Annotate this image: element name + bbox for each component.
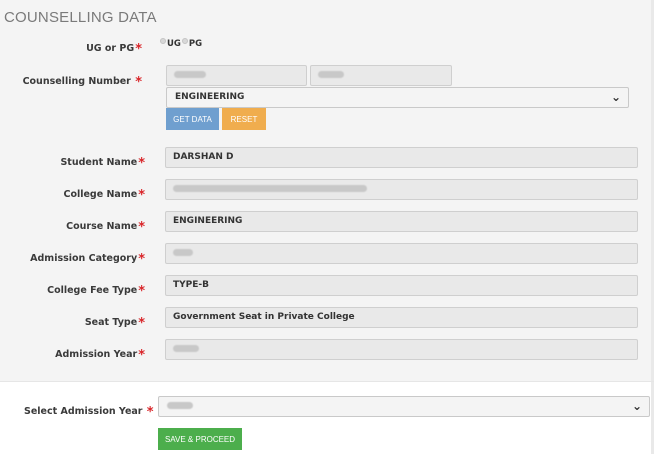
student-name-field[interactable]: DARSHAN D: [165, 147, 638, 168]
required-star: *: [138, 316, 145, 331]
redacted-value: [167, 402, 193, 409]
seat-type-field[interactable]: Government Seat in Private College: [165, 307, 638, 328]
page-title: COUNSELLING DATA: [4, 9, 157, 26]
admission-category-label: Admission Category*: [30, 252, 145, 267]
redacted-value: [173, 185, 367, 192]
college-name-label: College Name*: [63, 188, 145, 203]
required-star: *: [138, 220, 145, 235]
select-admission-year-dropdown[interactable]: ⌄: [158, 396, 650, 417]
pg-radio-icon[interactable]: [181, 38, 188, 44]
save-proceed-button[interactable]: SAVE & PROCEED: [158, 428, 242, 450]
chevron-down-icon: ⌄: [631, 399, 642, 413]
redacted-value: [318, 71, 344, 78]
select-admission-year-label: Select Admission Year *: [24, 405, 154, 420]
course-name-field[interactable]: ENGINEERING: [165, 211, 638, 232]
required-star: *: [135, 75, 142, 90]
college-name-field[interactable]: [165, 179, 638, 200]
section-divider: [0, 381, 654, 382]
student-name-label: Student Name*: [60, 156, 145, 171]
required-star: *: [138, 252, 145, 267]
required-star: *: [138, 284, 145, 299]
ug-option-label[interactable]: UG: [167, 39, 181, 49]
redacted-value: [174, 71, 206, 78]
redacted-value: [173, 345, 199, 352]
counselling-number-input-2[interactable]: [310, 65, 452, 86]
ug-pg-label: UG or PG*: [86, 42, 142, 57]
reset-button[interactable]: RESET: [222, 108, 266, 130]
counselling-number-input-1[interactable]: [166, 65, 307, 86]
required-star: *: [138, 348, 145, 363]
admission-year-field[interactable]: [165, 339, 638, 360]
pg-option-label[interactable]: PG: [189, 39, 202, 49]
chevron-down-icon: ⌄: [610, 90, 621, 104]
college-fee-type-field[interactable]: TYPE-B: [165, 275, 638, 296]
course-name-label: Course Name*: [66, 220, 145, 235]
required-star: *: [138, 188, 145, 203]
admission-year-label: Admission Year*: [55, 348, 145, 363]
required-star: *: [146, 405, 154, 420]
stream-select[interactable]: ENGINEERING ⌄: [166, 87, 629, 108]
required-star: *: [135, 42, 142, 57]
ug-pg-radio-group: UG PG: [160, 38, 202, 49]
ug-radio-icon[interactable]: [160, 38, 166, 44]
get-data-button[interactable]: GET DATA: [166, 108, 219, 130]
redacted-value: [173, 249, 193, 256]
counselling-number-label: Counselling Number *: [22, 75, 142, 90]
seat-type-label: Seat Type*: [84, 316, 145, 331]
required-star: *: [138, 156, 145, 171]
admission-category-field[interactable]: [165, 243, 638, 264]
college-fee-type-label: College Fee Type*: [47, 284, 145, 299]
